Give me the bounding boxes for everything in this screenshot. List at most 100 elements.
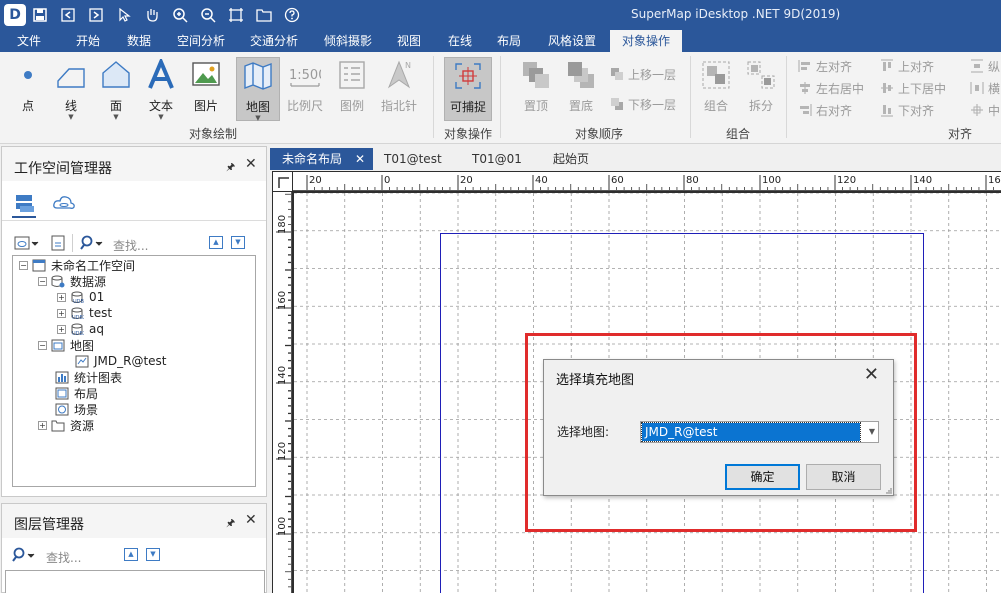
datasource-icon: UDB bbox=[71, 291, 84, 304]
align-bottom-button[interactable]: 下对齐 bbox=[880, 101, 934, 119]
draw-image-button[interactable]: 图片 bbox=[184, 57, 228, 121]
align-right-button[interactable]: 右对齐 bbox=[798, 101, 852, 119]
pin-icon[interactable]: 🖈 bbox=[226, 516, 235, 533]
tree-node-scenes[interactable]: 场景 bbox=[55, 401, 98, 417]
ruler-tick-label: 180 bbox=[277, 215, 288, 234]
visibility-filter-button[interactable] bbox=[14, 235, 40, 251]
collapse-icon[interactable]: − bbox=[38, 340, 47, 350]
tab-start[interactable]: 开始 bbox=[66, 30, 110, 52]
tab-data[interactable]: 数据 bbox=[117, 30, 161, 52]
split-button[interactable]: 拆分 bbox=[739, 57, 783, 121]
zoom-previous-icon[interactable] bbox=[58, 5, 78, 25]
ribbon-separator bbox=[690, 56, 691, 138]
datasource-cloud-tab[interactable] bbox=[52, 192, 76, 214]
doc-tab-untitled-layout[interactable]: 未命名布局 ✕ bbox=[270, 148, 373, 170]
layer-search-options-button[interactable] bbox=[12, 547, 36, 563]
pan-hand-icon[interactable] bbox=[142, 5, 162, 25]
tab-spatial-analysis[interactable]: 空间分析 bbox=[170, 30, 232, 52]
draw-polygon-button[interactable]: 面 ▼ bbox=[94, 57, 138, 121]
workspace-tree-tab[interactable] bbox=[14, 192, 36, 214]
ruler-tick-label: 40 bbox=[535, 175, 548, 186]
close-icon[interactable]: ✕ bbox=[245, 512, 257, 528]
search-icon bbox=[12, 547, 35, 562]
align-hcenter-button[interactable]: 左右居中 bbox=[798, 79, 864, 97]
draw-text-label: 文本 bbox=[148, 99, 173, 113]
expand-icon[interactable]: + bbox=[57, 308, 66, 318]
align-center-button[interactable]: 中 bbox=[970, 101, 1000, 119]
snap-toggle-button[interactable]: 可捕捉 bbox=[444, 57, 492, 121]
move-up-button[interactable]: 上移一层 bbox=[610, 65, 676, 83]
scale-bar-button[interactable]: 1:500 比例尺 bbox=[283, 57, 327, 121]
menu-bar: 文件 开始 数据 空间分析 交通分析 倾斜摄影 视图 在线 布局 风格设置 对象… bbox=[0, 30, 1001, 52]
close-icon[interactable]: ✕ bbox=[245, 156, 257, 172]
tab-oblique-photography[interactable]: 倾斜摄影 bbox=[317, 30, 379, 52]
layout-icon bbox=[55, 387, 69, 399]
workspace-search-input[interactable]: 查找... bbox=[113, 237, 148, 254]
layer-search-next-button[interactable]: ▼ bbox=[146, 548, 160, 561]
tree-node-datasource-aq[interactable]: + UDBX aq bbox=[57, 321, 104, 337]
draw-point-button[interactable]: 点 bbox=[6, 57, 50, 121]
distribute-horizontal-button[interactable]: 横 bbox=[970, 79, 1000, 97]
combine-icon bbox=[702, 61, 730, 89]
zoom-out-icon[interactable] bbox=[198, 5, 218, 25]
expand-icon[interactable]: + bbox=[57, 324, 66, 334]
tab-object-operations[interactable]: 对象操作 bbox=[610, 30, 682, 52]
move-down-button[interactable]: 下移一层 bbox=[610, 95, 676, 113]
zoom-next-icon[interactable] bbox=[86, 5, 106, 25]
layer-search-previous-button[interactable]: ▲ bbox=[124, 548, 138, 561]
save-icon[interactable] bbox=[30, 5, 50, 25]
combine-button[interactable]: 组合 bbox=[694, 57, 738, 121]
distribute-vertical-button[interactable]: 纵 bbox=[970, 57, 1000, 75]
tab-traffic-analysis[interactable]: 交通分析 bbox=[243, 30, 305, 52]
app-logo-icon[interactable]: D bbox=[4, 4, 26, 26]
tree-node-datasources[interactable]: − 数据源 bbox=[38, 273, 106, 289]
tree-node-layouts[interactable]: 布局 bbox=[55, 385, 98, 401]
tab-layout[interactable]: 布局 bbox=[489, 30, 529, 52]
tab-online[interactable]: 在线 bbox=[440, 30, 480, 52]
north-arrow-button[interactable]: N 指北针 bbox=[377, 57, 421, 121]
draw-polygon-label: 面 bbox=[109, 99, 122, 113]
layer-search-input[interactable]: 查找... bbox=[46, 549, 81, 566]
collapse-icon[interactable]: − bbox=[38, 276, 47, 286]
doc-tab-start-page[interactable]: 起始页 bbox=[553, 148, 589, 170]
search-previous-button[interactable]: ▲ bbox=[209, 236, 223, 249]
tree-node-maps[interactable]: − 地图 bbox=[38, 337, 94, 353]
expand-icon[interactable]: + bbox=[57, 292, 66, 302]
draw-line-button[interactable]: 线 ▼ bbox=[49, 57, 93, 121]
expand-icon[interactable]: + bbox=[38, 420, 47, 430]
tree-node-charts[interactable]: 统计图表 bbox=[55, 369, 122, 385]
select-pointer-icon[interactable] bbox=[114, 5, 134, 25]
send-to-back-button[interactable]: 置底 bbox=[559, 57, 603, 121]
bring-to-front-button[interactable]: 置顶 bbox=[514, 57, 558, 121]
collapse-icon[interactable]: − bbox=[19, 260, 28, 270]
align-vcenter-button[interactable]: 上下居中 bbox=[880, 79, 946, 97]
tab-file[interactable]: 文件 bbox=[6, 30, 52, 52]
distribute-horizontal-label: 横 bbox=[988, 81, 1001, 96]
tab-style-settings[interactable]: 风格设置 bbox=[541, 30, 603, 52]
ruler-tick-label: 120 bbox=[277, 442, 288, 461]
tab-view[interactable]: 视图 bbox=[389, 30, 429, 52]
draw-text-button[interactable]: 文本 ▼ bbox=[139, 57, 183, 121]
align-top-button[interactable]: 上对齐 bbox=[880, 57, 934, 75]
help-icon[interactable] bbox=[282, 5, 302, 25]
full-extent-icon[interactable] bbox=[226, 5, 246, 25]
tree-node-datasource-01[interactable]: + UDB 01 bbox=[57, 289, 104, 305]
doc-tab-t01-01[interactable]: T01@01 bbox=[472, 148, 522, 170]
zoom-in-icon[interactable] bbox=[170, 5, 190, 25]
pin-icon[interactable]: 🖈 bbox=[226, 160, 235, 177]
tree-label: 场景 bbox=[74, 402, 99, 417]
close-icon[interactable]: ✕ bbox=[355, 148, 365, 170]
tree-node-workspace[interactable]: − 未命名工作空间 bbox=[19, 257, 135, 273]
tree-node-resources[interactable]: + 资源 bbox=[38, 417, 94, 433]
doc-tab-t01-test[interactable]: T01@test bbox=[384, 148, 442, 170]
align-left-button[interactable]: 左对齐 bbox=[798, 57, 852, 75]
open-folder-icon[interactable] bbox=[254, 5, 274, 25]
tree-node-map-jmd-r[interactable]: JMD_R@test bbox=[75, 353, 167, 369]
properties-button[interactable] bbox=[50, 235, 66, 251]
legend-button[interactable]: 图例 bbox=[330, 57, 374, 121]
draw-map-button[interactable]: 地图 ▼ bbox=[236, 57, 280, 122]
search-options-button[interactable] bbox=[80, 235, 104, 251]
divider bbox=[2, 220, 266, 221]
search-next-button[interactable]: ▼ bbox=[231, 236, 245, 249]
tree-node-datasource-test[interactable]: + UDBX test bbox=[57, 305, 112, 321]
